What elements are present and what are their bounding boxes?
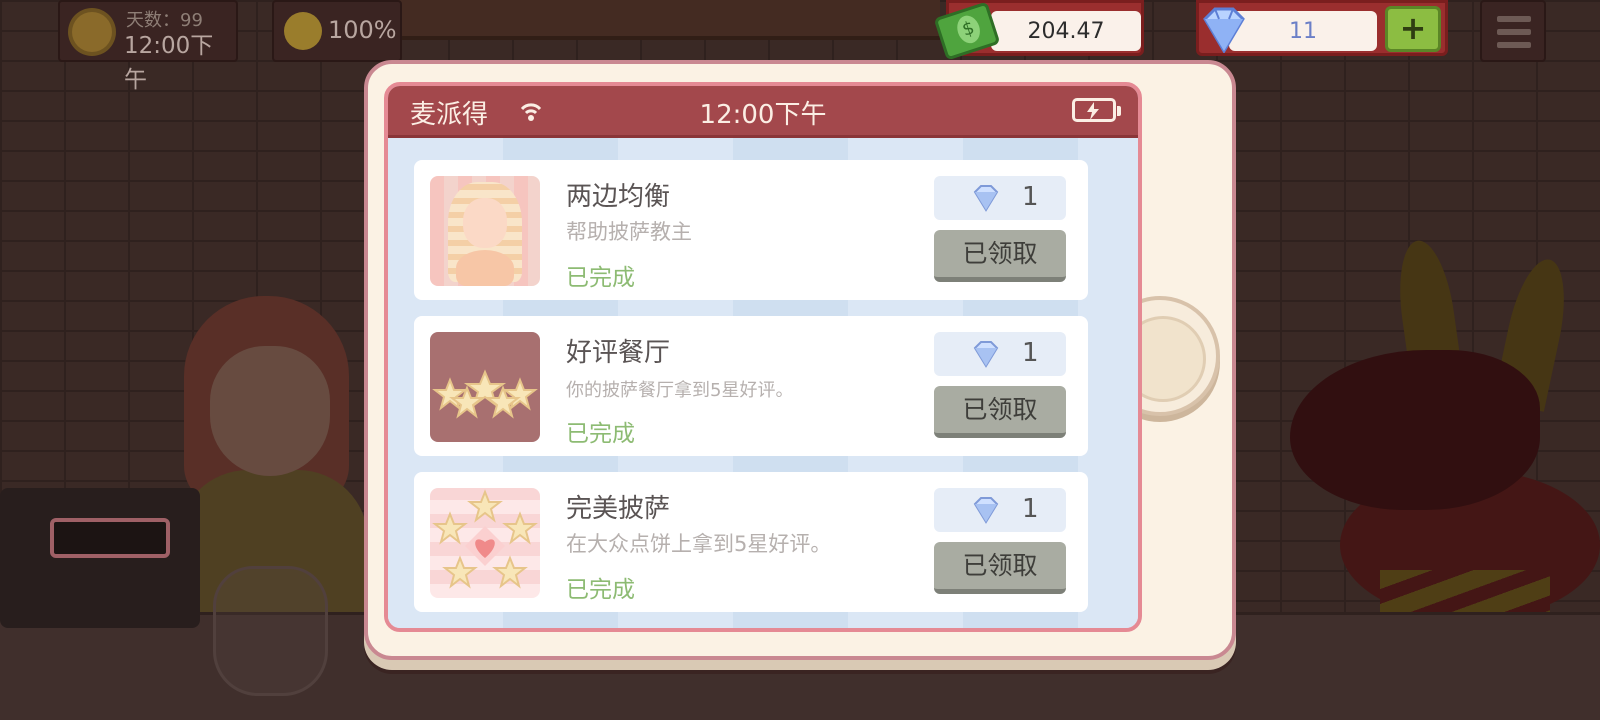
phone-screen: 麦派得 12:00下午 两边均衡 帮助披萨教主 已完成 1 已领取 好评餐厅 你… [384, 82, 1142, 632]
hamburger-icon [1497, 16, 1531, 22]
menu-button[interactable] [1480, 0, 1546, 62]
five-stars-icon [430, 332, 540, 442]
achievement-title: 两边均衡 [566, 182, 671, 212]
reward-amount: 1 [1022, 494, 1039, 524]
claimed-button[interactable]: 已领取 [934, 230, 1066, 282]
game-clock: 12:00下午 [124, 33, 214, 93]
achievement-description: 你的披萨餐厅拿到5星好评。 [566, 380, 794, 401]
reward-badge: 1 [934, 488, 1066, 532]
achievement-card: 两边均衡 帮助披萨教主 已完成 1 已领取 [414, 160, 1088, 300]
satisfaction-panel: 100% [272, 0, 402, 62]
sun-icon [72, 12, 112, 52]
achievement-card: 好评餐厅 你的披萨餐厅拿到5星好评。 已完成 1 已领取 [414, 316, 1088, 456]
achievement-description: 帮助披萨教主 [566, 220, 692, 244]
pharaoh-pizza-icon [430, 176, 540, 286]
diamond-icon [973, 497, 999, 524]
gem-display: 11 + [1196, 0, 1448, 56]
achievement-description: 在大众点饼上拿到5星好评。 [566, 532, 832, 556]
buy-gems-button[interactable]: + [1385, 6, 1441, 52]
achievement-card: 完美披萨 在大众点饼上拿到5星好评。 已完成 1 已领取 [414, 472, 1088, 612]
reward-badge: 1 [934, 176, 1066, 220]
diamond-icon [973, 185, 999, 212]
diamond-icon [973, 341, 999, 368]
smiley-icon [284, 12, 322, 50]
achievement-title: 完美披萨 [566, 494, 671, 524]
achievement-status: 已完成 [566, 421, 635, 447]
cash-display: 204.47 [933, 0, 1144, 61]
achievement-status: 已完成 [566, 265, 635, 291]
claimed-button[interactable]: 已领取 [934, 386, 1066, 438]
claimed-button[interactable]: 已领取 [934, 542, 1066, 594]
diamond-icon [1203, 7, 1245, 53]
achievement-status: 已完成 [566, 577, 635, 603]
cash-amount: 204.47 [991, 11, 1141, 51]
day-time-panel: 天数：99 12:00下午 [58, 0, 238, 93]
achievement-title: 好评餐厅 [566, 338, 671, 368]
phone-clock: 12:00下午 [699, 100, 827, 130]
achievement-list[interactable]: 两边均衡 帮助披萨教主 已完成 1 已领取 好评餐厅 你的披萨餐厅拿到5星好评。… [414, 160, 1088, 628]
phone-status-bar: 麦派得 12:00下午 [388, 86, 1138, 138]
reward-badge: 1 [934, 332, 1066, 376]
heart-stars-icon [430, 488, 540, 598]
reward-amount: 1 [1022, 338, 1039, 368]
battery-charging-icon [1072, 98, 1121, 122]
reward-amount: 1 [1022, 182, 1039, 212]
satisfaction-percent: 100% [328, 16, 397, 44]
